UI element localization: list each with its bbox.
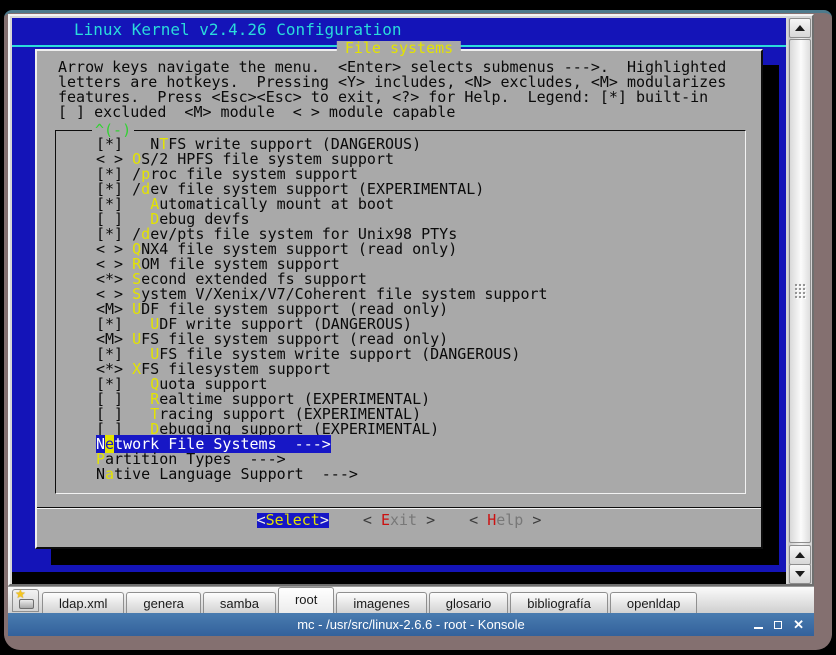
tab-ldap.xml[interactable]: ldap.xml [42, 592, 124, 613]
select-button[interactable]: <Select> [257, 513, 329, 528]
kernel-config-header: Linux Kernel v2.4.26 Configuration [74, 22, 402, 37]
window-title: mc - /usr/src/linux-2.6.6 - root - Konso… [297, 617, 525, 632]
arrow-up-icon [795, 25, 805, 31]
thumb-grip-icon [794, 283, 806, 299]
new-session-star-icon: ★ [15, 587, 26, 601]
scrollbar-down-button[interactable] [789, 564, 811, 584]
tab-glosario[interactable]: glosario [429, 592, 509, 613]
exit-button[interactable]: < Exit > [363, 513, 435, 528]
window-titlebar[interactable]: mc - /usr/src/linux-2.6.6 - root - Konso… [8, 613, 814, 636]
file-systems-dialog: File systems Arrow keys navigate the men… [35, 49, 763, 549]
minimize-button[interactable] [754, 627, 763, 629]
terminal-scrollbar[interactable] [788, 18, 812, 584]
menu-list: [*] NTFS write support (DANGEROUS)< > OS… [56, 131, 745, 493]
terminal-bottom-band [12, 572, 786, 584]
maximize-button[interactable] [774, 621, 782, 629]
tab-imagenes[interactable]: imagenes [336, 592, 426, 613]
close-button[interactable]: ✕ [793, 618, 804, 631]
dialog-title: File systems [337, 41, 461, 56]
tab-openldap[interactable]: openldap [610, 592, 698, 613]
tab-genera[interactable]: genera [126, 592, 200, 613]
tabs: ldap.xmlgenerasambarootimagenesglosariob… [42, 587, 697, 613]
terminal-screen: Linux Kernel v2.4.26 Configuration File … [12, 18, 786, 584]
scrollbar-thumb[interactable] [789, 39, 811, 543]
konsole-window: Linux Kernel v2.4.26 Configuration File … [4, 10, 832, 650]
terminal-client-area: Linux Kernel v2.4.26 Configuration File … [8, 14, 814, 586]
dialog-instructions: Arrow keys navigate the menu. <Enter> se… [58, 60, 726, 120]
window-buttons: ✕ [754, 613, 804, 636]
arrow-down-icon [795, 571, 805, 577]
arrow-up-icon [795, 552, 805, 558]
tab-samba[interactable]: samba [203, 592, 276, 613]
new-session-button[interactable]: ★ [12, 589, 39, 612]
dialog-buttons: <Select> < Exit > < Help > [37, 513, 761, 528]
tab-root[interactable]: root [278, 587, 334, 613]
menu-item[interactable]: Native Language Support ---> [96, 467, 745, 482]
scrollbar-up-button[interactable] [789, 18, 811, 38]
instruction-line: [ ] excluded <M> module < > module capab… [58, 105, 726, 120]
session-tab-bar: ★ ldap.xmlgenerasambarootimagenesglosari… [8, 586, 814, 613]
tab-bibliografía[interactable]: bibliografía [510, 592, 608, 613]
button-separator [37, 507, 761, 509]
scrollbar-up-button-bottom[interactable] [789, 545, 811, 565]
menu-listbox: ^(-) [*] NTFS write support (DANGEROUS)<… [55, 130, 746, 494]
help-button[interactable]: < Help > [469, 513, 541, 528]
